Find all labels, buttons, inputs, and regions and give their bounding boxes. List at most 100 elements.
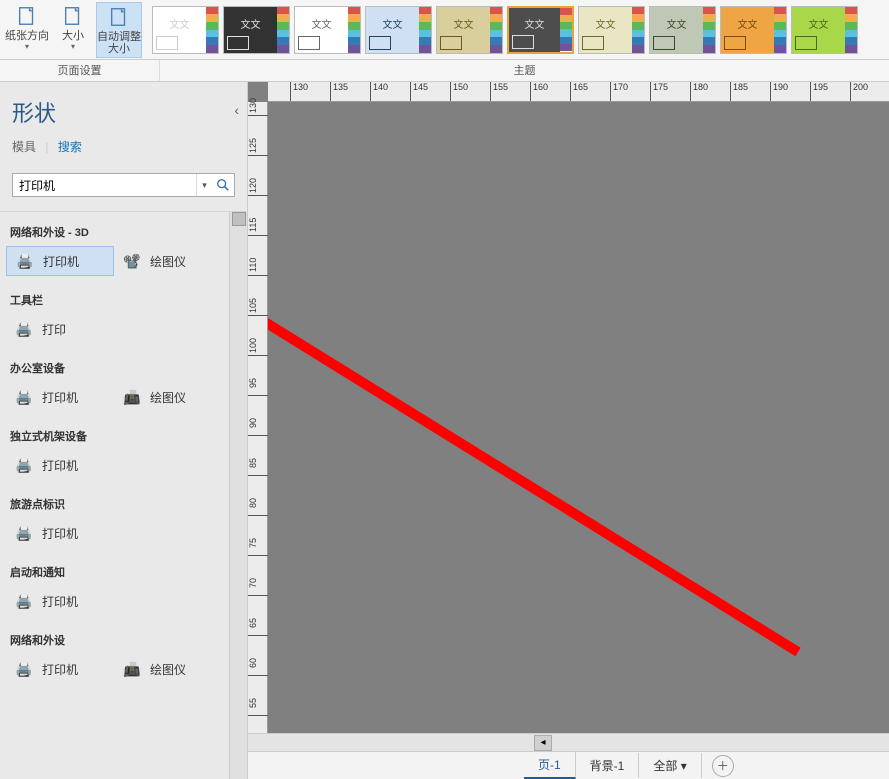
theme-thumb-0[interactable]: 文文 bbox=[152, 6, 219, 54]
shape-item[interactable]: 🖨️打印机 bbox=[6, 246, 114, 276]
scroll-left-icon[interactable]: ◂ bbox=[534, 735, 552, 751]
result-group-header: 工具栏 bbox=[0, 288, 247, 312]
result-group-header: 网络和外设 - 3D bbox=[0, 220, 247, 244]
ribbon-page-setup-group: 纸张方向▾大小▾自动调整大小 bbox=[0, 0, 146, 59]
annotation-arrow bbox=[268, 102, 889, 742]
ribbon-auto-fit-button[interactable]: 自动调整大小 bbox=[96, 2, 142, 58]
stencils-tab[interactable]: 模具 bbox=[12, 140, 36, 154]
ribbon-page-orientation-button[interactable]: 纸张方向▾ bbox=[4, 2, 50, 58]
shape-icon: 🖨️ bbox=[12, 659, 36, 679]
result-group-header: 旅游点标识 bbox=[0, 492, 247, 516]
page-size-icon bbox=[61, 4, 85, 28]
h-tick: 130 bbox=[290, 82, 308, 102]
v-tick: 100 bbox=[248, 336, 268, 356]
canvas-area: 1251301351401451501551601651701751801851… bbox=[248, 82, 889, 779]
shape-item[interactable]: 🖨️ 打印机 bbox=[6, 450, 114, 480]
scrollbar-thumb[interactable] bbox=[232, 212, 246, 226]
page-tab-bar: 页-1 背景-1 全部 ▾ ＋ bbox=[248, 751, 889, 779]
v-tick: 120 bbox=[248, 176, 268, 196]
shape-item[interactable]: 📽️绘图仪 bbox=[114, 246, 222, 276]
theme-thumb-6[interactable]: 文文 bbox=[578, 6, 645, 54]
v-tick: 115 bbox=[248, 216, 268, 236]
v-tick: 130 bbox=[248, 96, 268, 116]
h-tick: 150 bbox=[450, 82, 468, 102]
shape-icon: 🖨️ bbox=[12, 455, 36, 475]
shape-label: 打印机 bbox=[42, 661, 78, 678]
search-input[interactable] bbox=[13, 174, 196, 196]
v-tick: 55 bbox=[248, 696, 268, 716]
ribbon-page-size-button[interactable]: 大小▾ bbox=[50, 2, 96, 58]
shape-item[interactable]: 🖨️打印机 bbox=[6, 382, 114, 412]
v-tick: 60 bbox=[248, 656, 268, 676]
theme-thumb-8[interactable]: 文文 bbox=[720, 6, 787, 54]
shape-label: 打印机 bbox=[42, 593, 78, 610]
add-page-button[interactable]: ＋ bbox=[712, 755, 734, 777]
shape-item[interactable]: 🖨️ 打印机 bbox=[6, 586, 114, 616]
search-tab[interactable]: 搜索 bbox=[58, 140, 82, 154]
shape-item[interactable]: 🖨️打印 bbox=[6, 314, 114, 344]
result-group-grid: 🖨️打印机📽️绘图仪 bbox=[0, 244, 247, 288]
shape-item[interactable]: 📠 绘图仪 bbox=[114, 654, 222, 684]
all-tab[interactable]: 全部 ▾ bbox=[639, 753, 701, 778]
results-scrollbar[interactable] bbox=[229, 212, 247, 779]
auto-fit-icon bbox=[107, 5, 131, 29]
shape-icon: 🖨️ bbox=[13, 251, 37, 271]
shape-label: 打印机 bbox=[42, 457, 78, 474]
v-tick: 85 bbox=[248, 456, 268, 476]
canvas-row: 130125120115110105100959085807570656055 bbox=[248, 102, 889, 779]
h-tick: 185 bbox=[730, 82, 748, 102]
ribbon-group-labels: 页面设置 主题 bbox=[0, 60, 889, 82]
ribbon: 纸张方向▾大小▾自动调整大小 文文文文文文文文文文文文文文文文文文文文 bbox=[0, 0, 889, 60]
background-tab[interactable]: 背景-1 bbox=[576, 753, 640, 778]
shape-icon: 🖨️ bbox=[12, 591, 36, 611]
shapes-panel-title: 形状 bbox=[0, 82, 247, 132]
shape-item[interactable]: 📠绘图仪 bbox=[114, 382, 222, 412]
vertical-ruler: 130125120115110105100959085807570656055 bbox=[248, 102, 268, 779]
h-tick: 155 bbox=[490, 82, 508, 102]
result-group-header: 启动和通知 bbox=[0, 560, 247, 584]
h-tick: 170 bbox=[610, 82, 628, 102]
page-orientation-icon bbox=[15, 4, 39, 28]
result-group-header: 独立式机架设备 bbox=[0, 424, 247, 448]
v-tick: 105 bbox=[248, 296, 268, 316]
theme-thumb-5[interactable]: 文文 bbox=[507, 6, 574, 54]
h-tick: 180 bbox=[690, 82, 708, 102]
theme-gallery: 文文文文文文文文文文文文文文文文文文文文 bbox=[146, 0, 889, 59]
theme-thumb-3[interactable]: 文文 bbox=[365, 6, 432, 54]
shape-item[interactable]: 🖨️ 打印机 bbox=[6, 518, 114, 548]
v-tick: 95 bbox=[248, 376, 268, 396]
shape-icon: 📽️ bbox=[120, 251, 144, 271]
theme-thumb-9[interactable]: 文文 bbox=[791, 6, 858, 54]
v-tick: 65 bbox=[248, 616, 268, 636]
v-tick: 70 bbox=[248, 576, 268, 596]
shape-icon: 📠 bbox=[120, 659, 144, 679]
theme-thumb-4[interactable]: 文文 bbox=[436, 6, 503, 54]
result-group-grid: 🖨️打印机📠绘图仪 bbox=[0, 380, 247, 424]
shape-item[interactable]: 🖨️ 打印机 bbox=[6, 654, 114, 684]
h-tick: 145 bbox=[410, 82, 428, 102]
search-go-button[interactable] bbox=[212, 174, 234, 196]
h-tick: 165 bbox=[570, 82, 588, 102]
collapse-panel-icon[interactable]: ‹ bbox=[234, 102, 239, 118]
page-setup-group-label: 页面设置 bbox=[0, 60, 160, 81]
shapes-panel: 形状 ‹ 模具 | 搜索 ▾ 网络和外设 - 3D🖨️打 bbox=[0, 82, 248, 779]
horizontal-scrollbar[interactable]: ◂ bbox=[248, 733, 889, 751]
shape-label: 绘图仪 bbox=[150, 389, 186, 406]
result-group-header: 办公室设备 bbox=[0, 356, 247, 380]
v-tick: 80 bbox=[248, 496, 268, 516]
result-group-grid: 🖨️ 打印机 bbox=[0, 584, 247, 628]
h-tick: 195 bbox=[810, 82, 828, 102]
shape-icon: 🖨️ bbox=[12, 523, 36, 543]
shape-icon: 🖨️ bbox=[12, 387, 36, 407]
shape-label: 打印机 bbox=[42, 525, 78, 542]
theme-thumb-1[interactable]: 文文 bbox=[223, 6, 290, 54]
theme-thumb-7[interactable]: 文文 bbox=[649, 6, 716, 54]
main-area: 形状 ‹ 模具 | 搜索 ▾ 网络和外设 - 3D🖨️打 bbox=[0, 82, 889, 779]
page-tab-1[interactable]: 页-1 bbox=[524, 752, 576, 779]
drawing-canvas[interactable] bbox=[268, 102, 889, 779]
h-tick: 160 bbox=[530, 82, 548, 102]
theme-thumb-2[interactable]: 文文 bbox=[294, 6, 361, 54]
search-box: ▾ bbox=[12, 173, 235, 197]
search-dropdown-icon[interactable]: ▾ bbox=[196, 174, 212, 196]
shape-label: 绘图仪 bbox=[150, 661, 186, 678]
